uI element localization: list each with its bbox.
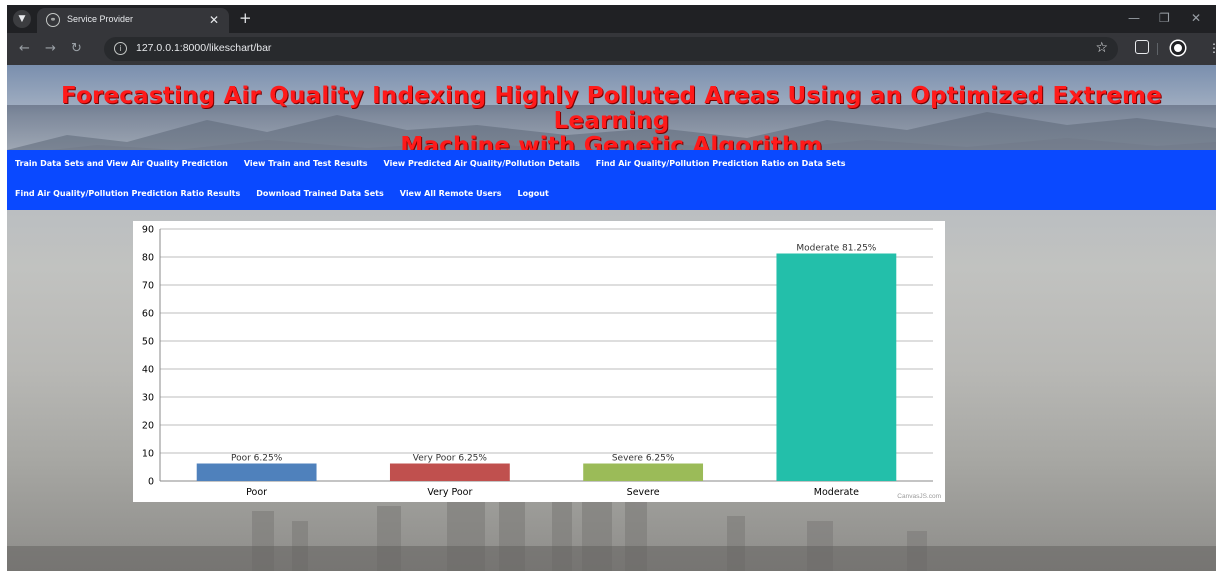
data-label: Severe 6.25% <box>612 454 675 464</box>
tab-strip: ▼ ⚭ Service Provider ✕ + — ❐ ✕ <box>7 5 1216 33</box>
y-tick-label: 40 <box>142 365 154 376</box>
bar-severe <box>583 463 704 481</box>
nav-logout-link[interactable]: Logout <box>517 187 548 201</box>
toolbar-divider <box>1157 43 1158 55</box>
x-tick-label: Severe <box>627 487 660 498</box>
nav-predicted-details-link[interactable]: View Predicted Air Quality/Pollution Det… <box>384 157 580 171</box>
y-tick-label: 0 <box>148 477 154 488</box>
y-tick-label: 90 <box>142 225 154 236</box>
y-tick-label: 20 <box>142 421 154 432</box>
browser-window: ▼ ⚭ Service Provider ✕ + — ❐ ✕ ← → ↻ i 1… <box>7 5 1216 571</box>
site-info-icon[interactable]: i <box>114 42 127 55</box>
more-menu-icon[interactable]: ⋮ <box>1208 40 1216 56</box>
nav-row-2: Find Air Quality/Pollution Prediction Ra… <box>15 187 549 201</box>
bar-chart: 0 10 20 30 40 50 60 70 80 90 Poor 6.25% Poor Very Po… <box>133 221 945 502</box>
bookmark-star-icon[interactable]: ☆ <box>1095 40 1108 56</box>
bar-chart-svg: 0 10 20 30 40 50 60 70 80 90 Poor 6.25% Poor Very Po… <box>142 225 933 498</box>
chart-credit[interactable]: CanvasJS.com <box>897 493 941 500</box>
page-title-line-1: Forecasting Air Quality Indexing Highly … <box>60 83 1163 134</box>
page-title: Forecasting Air Quality Indexing Highly … <box>7 84 1216 159</box>
y-tick-label: 10 <box>142 449 154 460</box>
x-tick-label: Poor <box>246 487 267 498</box>
close-window-icon[interactable]: ✕ <box>1191 11 1201 25</box>
nav-row-1: Train Data Sets and View Air Quality Pre… <box>15 157 845 171</box>
nav-ratio-results-link[interactable]: Find Air Quality/Pollution Prediction Ra… <box>15 187 240 201</box>
nav-download-data-link[interactable]: Download Trained Data Sets <box>256 187 384 201</box>
nav-train-test-results-link[interactable]: View Train and Test Results <box>244 157 368 171</box>
data-label: Poor 6.25% <box>231 454 283 464</box>
restore-icon[interactable]: ❐ <box>1159 11 1170 25</box>
nav-remote-users-link[interactable]: View All Remote Users <box>400 187 502 201</box>
page-content: Forecasting Air Quality Indexing Highly … <box>7 65 1216 571</box>
nav-train-data-sets-link[interactable]: Train Data Sets and View Air Quality Pre… <box>15 157 228 171</box>
y-tick-label: 30 <box>142 393 154 404</box>
back-icon[interactable]: ← <box>19 41 30 57</box>
x-tick-label: Very Poor <box>427 487 472 498</box>
y-tick-label: 80 <box>142 253 154 264</box>
main-navbar: Train Data Sets and View Air Quality Pre… <box>7 150 1216 210</box>
y-tick-label: 60 <box>142 309 154 320</box>
profile-avatar-icon[interactable] <box>1171 41 1185 55</box>
nav-prediction-ratio-link[interactable]: Find Air Quality/Pollution Prediction Ra… <box>596 157 846 171</box>
reload-icon[interactable]: ↻ <box>71 41 82 57</box>
y-tick-label: 70 <box>142 281 154 292</box>
new-tab-icon[interactable]: + <box>239 10 252 26</box>
globe-icon: ⚭ <box>46 13 60 27</box>
browser-toolbar: ← → ↻ i 127.0.0.1:8000/likeschart/bar ☆ … <box>7 33 1216 65</box>
data-label: Moderate 81.25% <box>796 244 876 254</box>
tab-search-icon[interactable]: ▼ <box>13 10 31 28</box>
bar-moderate <box>776 253 897 481</box>
data-label: Very Poor 6.25% <box>413 454 488 464</box>
minimize-icon[interactable]: — <box>1128 11 1140 25</box>
y-tick-label: 50 <box>142 337 154 348</box>
extensions-icon[interactable] <box>1135 40 1149 54</box>
browser-tab[interactable]: ⚭ Service Provider ✕ <box>37 8 229 33</box>
bar-poor <box>196 463 317 481</box>
address-bar[interactable]: i 127.0.0.1:8000/likeschart/bar ☆ <box>104 37 1118 61</box>
url-text[interactable]: 127.0.0.1:8000/likeschart/bar <box>136 42 271 54</box>
close-tab-icon[interactable]: ✕ <box>209 12 219 28</box>
forward-icon[interactable]: → <box>45 41 56 57</box>
tab-title: Service Provider <box>67 14 134 24</box>
bar-very-poor <box>389 463 510 481</box>
x-tick-label: Moderate <box>814 487 859 498</box>
